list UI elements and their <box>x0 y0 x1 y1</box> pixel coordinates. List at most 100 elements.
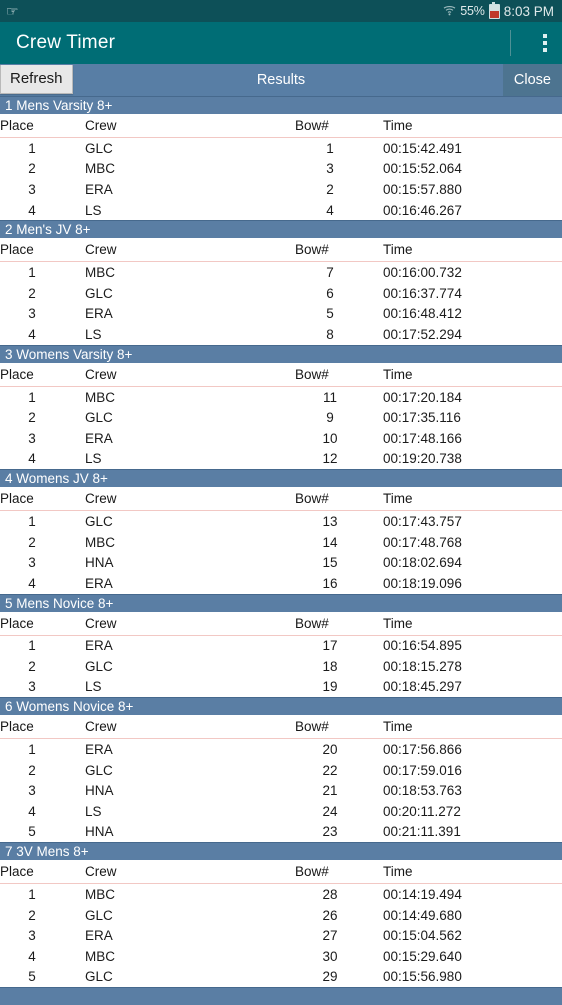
table-row[interactable]: 3 ERA 10 00:17:48.166 <box>0 428 562 449</box>
column-header-place: Place <box>0 238 78 263</box>
table-row[interactable]: 3 ERA 2 00:15:57.880 <box>0 179 562 200</box>
race-header[interactable]: 1 Mens Varsity 8+ <box>0 96 562 114</box>
app-bar-actions <box>510 22 562 64</box>
cell-time: 00:17:35.116 <box>383 410 461 426</box>
table-row[interactable]: 4 MBC 30 00:15:29.640 <box>0 946 562 967</box>
cell-crew: HNA <box>85 555 114 571</box>
battery-charging-icon <box>488 1 500 19</box>
table-row[interactable]: 3 ERA 5 00:16:48.412 <box>0 304 562 325</box>
race-header[interactable]: 5 Mens Novice 8+ <box>0 593 562 612</box>
table-row[interactable]: 1 ERA 20 00:17:56.866 <box>0 739 562 760</box>
table-row[interactable]: 5 HNA 23 00:21:11.391 <box>0 822 562 843</box>
cell-crew: LS <box>85 679 102 695</box>
race-results-table: Place Crew Bow# Time 1 ERA 20 00:17:56.866 2 GLC 2… <box>0 715 562 842</box>
cell-crew: MBC <box>85 887 115 903</box>
cell-place: 1 <box>28 638 36 654</box>
cell-bow: 4 <box>326 202 334 218</box>
race-header-partial[interactable] <box>0 987 562 1005</box>
column-header-place: Place <box>0 114 78 138</box>
cell-bow: 29 <box>322 969 338 985</box>
column-header-time: Time <box>375 715 562 740</box>
close-button[interactable]: Close <box>502 64 562 96</box>
cell-crew: GLC <box>85 762 113 778</box>
table-row[interactable]: 3 ERA 27 00:15:04.562 <box>0 925 562 946</box>
table-row[interactable]: 3 HNA 15 00:18:02.694 <box>0 552 562 573</box>
cell-time: 00:14:49.680 <box>383 907 462 923</box>
column-header-time: Time <box>375 860 562 885</box>
column-header-crew: Crew <box>78 860 295 885</box>
app-bar: Crew Timer <box>0 22 562 64</box>
cell-bow: 21 <box>322 783 338 799</box>
table-header-row: Place Crew Bow# Time <box>0 238 562 263</box>
table-row[interactable]: 2 MBC 14 00:17:48.768 <box>0 532 562 553</box>
table-row[interactable]: 2 GLC 26 00:14:49.680 <box>0 905 562 926</box>
table-row[interactable]: 1 GLC 1 00:15:42.491 <box>0 138 562 159</box>
cell-time: 00:16:37.774 <box>383 285 462 301</box>
cell-time: 00:17:20.184 <box>383 389 462 405</box>
cell-crew: LS <box>85 803 102 819</box>
table-header-row: Place Crew Bow# Time <box>0 114 562 138</box>
table-row[interactable]: 1 ERA 17 00:16:54.895 <box>0 635 562 656</box>
table-row[interactable]: 4 LS 24 00:20:11.272 <box>0 801 562 822</box>
cell-place: 4 <box>28 803 36 819</box>
table-row[interactable]: 4 LS 8 00:17:52.294 <box>0 324 562 345</box>
race-block: 1 Mens Varsity 8+ Place Crew Bow# Time 1 GLC 1 0… <box>0 96 562 220</box>
cell-time: 00:16:46.267 <box>383 202 462 218</box>
column-header-bow: Bow# <box>295 362 375 387</box>
cell-place: 4 <box>28 575 36 591</box>
usb-icon: ☞ <box>6 3 19 19</box>
refresh-button[interactable]: Refresh <box>0 65 73 94</box>
table-row[interactable]: 1 MBC 7 00:16:00.732 <box>0 262 562 283</box>
table-row[interactable]: 2 MBC 3 00:15:52.064 <box>0 159 562 180</box>
table-row[interactable]: 1 MBC 28 00:14:19.494 <box>0 884 562 905</box>
cell-crew: ERA <box>85 181 113 197</box>
clock-label: 8:03 PM <box>503 3 554 19</box>
results-list[interactable]: 1 Mens Varsity 8+ Place Crew Bow# Time 1 GLC 1 0… <box>0 96 562 1005</box>
cell-crew: MBC <box>85 948 115 964</box>
column-header-bow: Bow# <box>295 238 375 263</box>
overflow-menu-icon[interactable] <box>528 22 562 64</box>
table-row[interactable]: 4 LS 4 00:16:46.267 <box>0 200 562 221</box>
cell-time: 00:17:48.768 <box>383 534 462 550</box>
cell-time: 00:18:53.763 <box>383 783 462 799</box>
race-header[interactable]: 4 Womens JV 8+ <box>0 469 562 488</box>
cell-bow: 20 <box>322 742 338 758</box>
table-row[interactable]: 3 HNA 21 00:18:53.763 <box>0 780 562 801</box>
cell-place: 2 <box>28 762 36 778</box>
cell-time: 00:15:57.880 <box>383 181 462 197</box>
cell-crew: GLC <box>85 513 113 529</box>
app-title: Crew Timer <box>16 32 116 53</box>
table-row[interactable]: 4 ERA 16 00:18:19.096 <box>0 573 562 594</box>
race-header[interactable]: 2 Men's JV 8+ <box>0 220 562 239</box>
toolbar-title: Results <box>256 72 306 88</box>
cell-time: 00:20:11.272 <box>383 803 461 819</box>
cell-time: 00:15:52.064 <box>383 161 462 177</box>
race-results-table: Place Crew Bow# Time 1 GLC 1 00:15:42.491 2 MBC 3 0… <box>0 114 562 220</box>
race-block: 6 Womens Novice 8+ Place Crew Bow# Time 1 ERA 2… <box>0 697 562 842</box>
race-block: 5 Mens Novice 8+ Place Crew Bow# Time 1 ERA 17 0… <box>0 593 562 698</box>
table-header-row: Place Crew Bow# Time <box>0 715 562 740</box>
cell-place: 2 <box>28 658 36 674</box>
table-row[interactable]: 4 LS 12 00:19:20.738 <box>0 449 562 470</box>
column-header-crew: Crew <box>78 114 295 138</box>
cell-time: 00:21:11.391 <box>383 824 461 840</box>
table-row[interactable]: 2 GLC 9 00:17:35.116 <box>0 407 562 428</box>
cell-place: 2 <box>28 161 36 177</box>
table-row[interactable]: 2 GLC 22 00:17:59.016 <box>0 760 562 781</box>
cell-time: 00:17:52.294 <box>383 326 462 342</box>
cell-bow: 10 <box>322 430 338 446</box>
cell-bow: 18 <box>322 658 338 674</box>
race-header[interactable]: 7 3V Mens 8+ <box>0 842 562 861</box>
table-row[interactable]: 1 GLC 13 00:17:43.757 <box>0 511 562 532</box>
table-row[interactable]: 2 GLC 6 00:16:37.774 <box>0 283 562 304</box>
race-block: 7 3V Mens 8+ Place Crew Bow# Time 1 MBC 28 00:14… <box>0 842 562 987</box>
table-row[interactable]: 5 GLC 29 00:15:56.980 <box>0 967 562 988</box>
cell-bow: 13 <box>322 513 338 529</box>
race-header[interactable]: 6 Womens Novice 8+ <box>0 697 562 716</box>
cell-crew: GLC <box>85 658 113 674</box>
race-block: 3 Womens Varsity 8+ Place Crew Bow# Time 1 MBC… <box>0 344 562 470</box>
table-row[interactable]: 1 MBC 11 00:17:20.184 <box>0 386 562 407</box>
table-row[interactable]: 2 GLC 18 00:18:15.278 <box>0 656 562 677</box>
table-row[interactable]: 3 LS 19 00:18:45.297 <box>0 677 562 698</box>
race-header[interactable]: 3 Womens Varsity 8+ <box>0 344 562 363</box>
